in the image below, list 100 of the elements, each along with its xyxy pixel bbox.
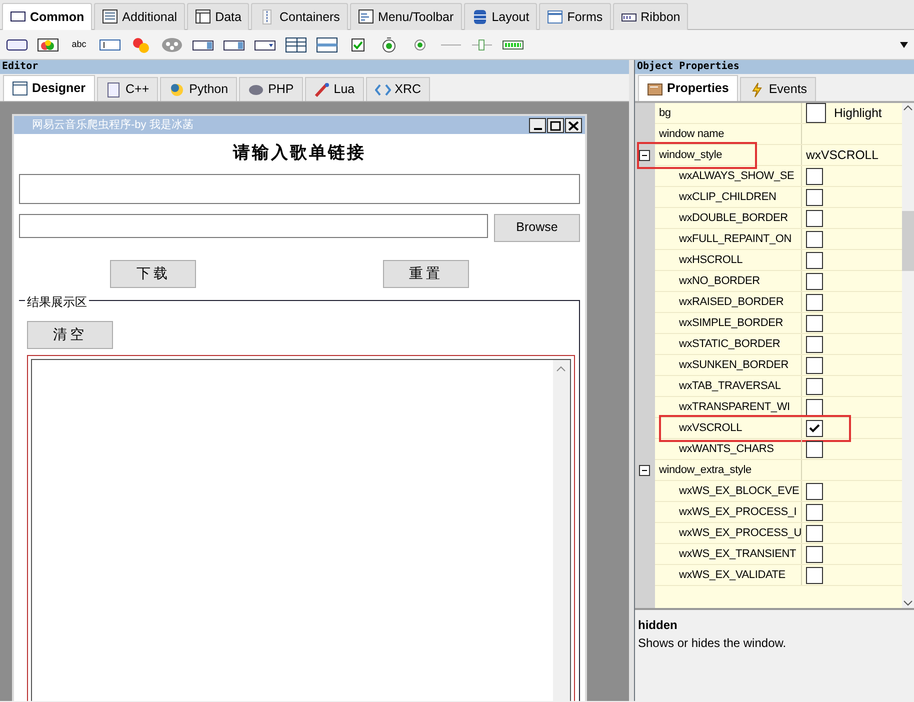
property-name: wxWS_EX_PROCESS_U — [655, 523, 802, 543]
tab-icon — [472, 9, 488, 25]
property-row[interactable]: wxWS_EX_TRANSIENT — [655, 544, 902, 565]
overflow-arrow-icon — [900, 42, 908, 48]
checkbox[interactable] — [806, 188, 823, 206]
description-text: Shows or hides the window. — [638, 635, 788, 652]
editor-tab[interactable]: PHP — [239, 77, 303, 101]
palette-tab[interactable]: Data — [187, 3, 250, 30]
editor-tab[interactable]: XRC — [366, 77, 430, 101]
button-tool-icon[interactable] — [6, 36, 28, 52]
property-row[interactable]: wxCLIP_CHILDREN — [655, 187, 902, 208]
scrollbar-thumb[interactable] — [902, 210, 914, 270]
property-row[interactable]: bg Highlight — [655, 103, 902, 124]
browse-button[interactable]: Browse — [494, 214, 580, 242]
editor-tab[interactable]: C++ — [96, 77, 158, 101]
property-row[interactable]: window_extra_style — [655, 460, 902, 481]
palette-tab[interactable]: Ribbon — [612, 3, 688, 30]
list-box-icon[interactable] — [316, 36, 338, 52]
property-row[interactable]: wxWS_EX_BLOCK_EVE — [655, 481, 902, 502]
checkbox[interactable] — [806, 314, 823, 332]
palette-tab[interactable]: Common — [2, 3, 92, 30]
minimize-button[interactable] — [529, 118, 546, 132]
list-tool-icon[interactable] — [285, 36, 307, 52]
palette-tab[interactable]: Additional — [94, 3, 186, 30]
properties-tab[interactable]: Properties — [638, 75, 738, 101]
editor-tab[interactable]: Python — [160, 77, 238, 101]
checkbox[interactable] — [806, 566, 823, 584]
property-row[interactable]: wxSUNKEN_BORDER — [655, 355, 902, 376]
checkbox[interactable] — [806, 294, 823, 310]
layout-icon — [12, 80, 28, 96]
close-button[interactable] — [565, 118, 582, 132]
checkbox[interactable] — [806, 482, 823, 500]
panel-header: Object Properties — [635, 60, 914, 74]
editor-tab[interactable]: Lua — [304, 77, 364, 101]
path-input-field[interactable] — [19, 214, 488, 238]
property-name: wxWS_EX_BLOCK_EVE — [655, 481, 802, 501]
property-row[interactable]: wxWS_EX_VALIDATE — [655, 565, 902, 586]
property-row[interactable]: wxNO_BORDER — [655, 271, 902, 292]
color-swatch — [806, 103, 826, 123]
property-row[interactable]: wxRAISED_BORDER — [655, 292, 902, 313]
checkbox[interactable] — [806, 420, 823, 436]
maximize-button[interactable] — [547, 118, 564, 132]
palette-tab[interactable]: Layout — [464, 3, 538, 30]
checkbox[interactable] — [806, 210, 823, 226]
close-icon — [566, 118, 581, 132]
checkbox[interactable] — [806, 440, 823, 458]
editor-tab[interactable]: Designer — [3, 75, 94, 101]
property-value: Highlight — [834, 104, 882, 122]
checkbox[interactable] — [806, 272, 823, 290]
tab-icon — [102, 9, 118, 25]
reel-icon[interactable] — [161, 36, 183, 52]
property-row[interactable]: wxFULL_REPAINT_ON — [655, 229, 902, 250]
checkbox[interactable] — [806, 168, 823, 184]
link-input-field[interactable] — [19, 174, 580, 204]
checkbox[interactable] — [806, 230, 823, 248]
property-row[interactable]: wxWANTS_CHARS — [655, 439, 902, 460]
python-icon — [169, 82, 186, 98]
property-name: wxCLIP_CHILDREN — [655, 187, 802, 207]
clear-button[interactable]: 清空 — [27, 320, 113, 348]
property-row[interactable]: wxVSCROLL — [655, 418, 902, 439]
collapse-toggle[interactable] — [639, 465, 650, 476]
property-row[interactable]: wxSTATIC_BORDER — [655, 334, 902, 355]
property-row[interactable]: window name — [655, 124, 902, 145]
property-row[interactable]: wxWS_EX_PROCESS_U — [655, 523, 902, 544]
checkbox[interactable] — [806, 398, 823, 416]
property-name: wxVSCROLL — [655, 418, 802, 438]
property-row[interactable]: wxALWAYS_SHOW_SE — [655, 166, 902, 187]
property-name: wxSIMPLE_BORDER — [655, 313, 802, 333]
properties-tab[interactable]: Events — [740, 77, 816, 101]
shapes-tool-icon[interactable] — [130, 36, 152, 52]
minus-icon — [641, 467, 648, 474]
slider-tool-icon[interactable] — [471, 36, 493, 52]
scrollbar[interactable] — [553, 360, 570, 701]
property-row[interactable]: window_style wxVSCROLL — [655, 145, 902, 166]
bitmap-tool-icon[interactable] — [37, 36, 59, 52]
palette-tab[interactable]: Menu/Toolbar — [350, 3, 462, 30]
form-heading: 请输入歌单链接 — [232, 142, 367, 164]
checkbox[interactable] — [806, 504, 823, 520]
property-row[interactable]: wxTAB_TRAVERSAL — [655, 376, 902, 397]
checkbox[interactable] — [806, 524, 823, 542]
reset-button[interactable]: 重置 — [382, 260, 469, 288]
property-row[interactable]: wxWS_EX_PROCESS_I — [655, 502, 902, 523]
static-text-tool[interactable]: abc — [68, 36, 90, 52]
property-row[interactable]: wxTRANSPARENT_WI — [655, 397, 902, 418]
checkbox[interactable] — [806, 546, 823, 562]
text-field-tool-icon[interactable] — [99, 36, 121, 52]
checkbox[interactable] — [806, 378, 823, 394]
property-row[interactable]: wxHSCROLL — [655, 250, 902, 271]
property-name: wxSTATIC_BORDER — [655, 334, 802, 354]
checkbox[interactable] — [806, 252, 823, 268]
scrollbar[interactable] — [902, 103, 914, 608]
download-button[interactable]: 下载 — [110, 260, 196, 288]
palette-tab[interactable]: Forms — [539, 3, 611, 30]
palette-tab[interactable]: Containers — [251, 3, 348, 30]
checkbox[interactable] — [806, 336, 823, 352]
property-row[interactable]: wxDOUBLE_BORDER — [655, 208, 902, 229]
collapse-toggle[interactable] — [639, 150, 650, 161]
property-name: wxTAB_TRAVERSAL — [655, 376, 802, 396]
property-row[interactable]: wxSIMPLE_BORDER — [655, 313, 902, 334]
checkbox[interactable] — [806, 356, 823, 374]
